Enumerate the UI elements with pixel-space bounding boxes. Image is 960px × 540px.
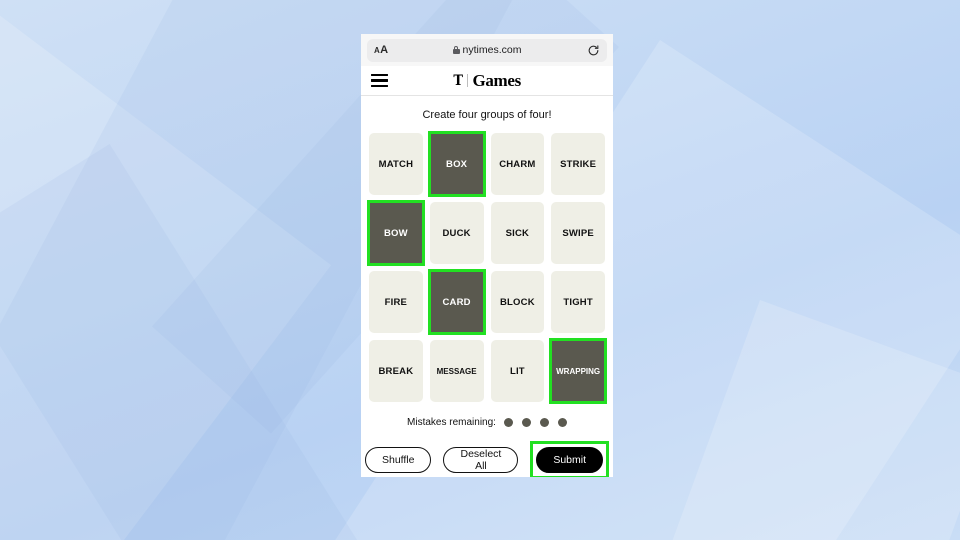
word-tile[interactable]: SWIPE [551,202,605,264]
word-tile[interactable]: FIRE [369,271,423,333]
word-tile[interactable]: MATCH [369,133,423,195]
hamburger-bar [371,79,388,82]
word-tile[interactable]: LIT [490,340,545,402]
logo-games-text: Games [472,71,521,90]
url-display: nytimes.com [367,44,607,56]
word-tile-label: CHARM [499,158,536,170]
word-tile-label: BREAK [378,365,414,377]
browser-toolbar: AA nytimes.com [361,34,613,66]
connections-grid: MATCH BOX CHARM STRIKE BOW DUCK SICK SWIPE FIRE C… [367,131,607,404]
submit-button[interactable]: Submit [536,447,604,473]
game-subtitle: Create four groups of four! [422,109,552,121]
word-tile[interactable]: TIGHT [551,271,605,333]
mistake-dot [503,418,513,427]
wallpaper-facet [0,0,332,540]
word-tile[interactable]: STRIKE [551,133,605,195]
address-bar[interactable]: AA nytimes.com [367,38,607,62]
shuffle-button[interactable]: Shuffle [364,447,432,473]
wallpaper-facet [616,300,960,540]
word-tile-label: BLOCK [499,296,535,308]
word-tile-label: CARD [442,296,471,308]
word-tile[interactable]: WRAPPING [549,338,607,404]
url-text: nytimes.com [462,44,522,56]
text-size-large-a: A [380,43,389,56]
hamburger-bar [371,84,388,88]
word-tile-label: SWIPE [562,227,594,239]
nyt-games-logo: T Games [361,72,613,89]
logo-divider [467,74,469,87]
game-controls: Shuffle Deselect All Submit [364,441,610,477]
deselect-all-button[interactable]: Deselect All [443,447,519,473]
wallpaper-facet [0,144,386,540]
word-tile[interactable]: CARD [427,269,486,335]
word-tile-label: WRAPPING [556,366,601,376]
word-tile-label: BOX [446,158,468,170]
text-size-button[interactable]: AA [374,43,389,56]
word-tile-label: BOW [383,227,408,239]
word-tile[interactable]: BREAK [369,340,423,402]
mistakes-remaining: Mistakes remaining: [369,402,605,441]
lock-icon [452,46,460,54]
hamburger-bar [371,73,388,77]
word-tile[interactable]: SICK [490,202,545,264]
submit-button-highlight: Submit [530,441,610,477]
word-tile[interactable]: MESSAGE [429,340,484,402]
word-tile[interactable]: BOX [427,131,486,197]
word-tile-label: MESSAGE [436,366,477,376]
mistakes-label: Mistakes remaining: [407,417,496,428]
word-tile[interactable]: BOW [367,200,425,266]
mistake-dot [521,418,531,427]
phone-screenshot-frame: AA nytimes.com T Games Create four group… [361,34,613,477]
word-tile-label: LIT [509,365,525,377]
word-tile[interactable]: CHARM [490,133,545,195]
word-tile-label: DUCK [442,227,471,239]
word-tile-label: STRIKE [560,158,597,170]
hamburger-menu-icon[interactable] [371,73,388,88]
word-tile-label: FIRE [384,296,408,308]
mistakes-dots [503,418,567,427]
site-header: T Games [361,66,613,96]
word-tile-label: SICK [505,227,530,239]
word-tile[interactable]: BLOCK [490,271,545,333]
connections-game: Create four groups of four! MATCH BOX CHAR… [361,96,613,477]
word-tile-label: MATCH [378,158,414,170]
reload-icon[interactable] [586,43,600,57]
nyt-t-logo-icon: T [453,72,464,89]
mistake-dot [539,418,549,427]
word-tile[interactable]: DUCK [429,202,484,264]
mistake-dot [557,418,567,427]
word-tile-label: TIGHT [563,296,593,308]
